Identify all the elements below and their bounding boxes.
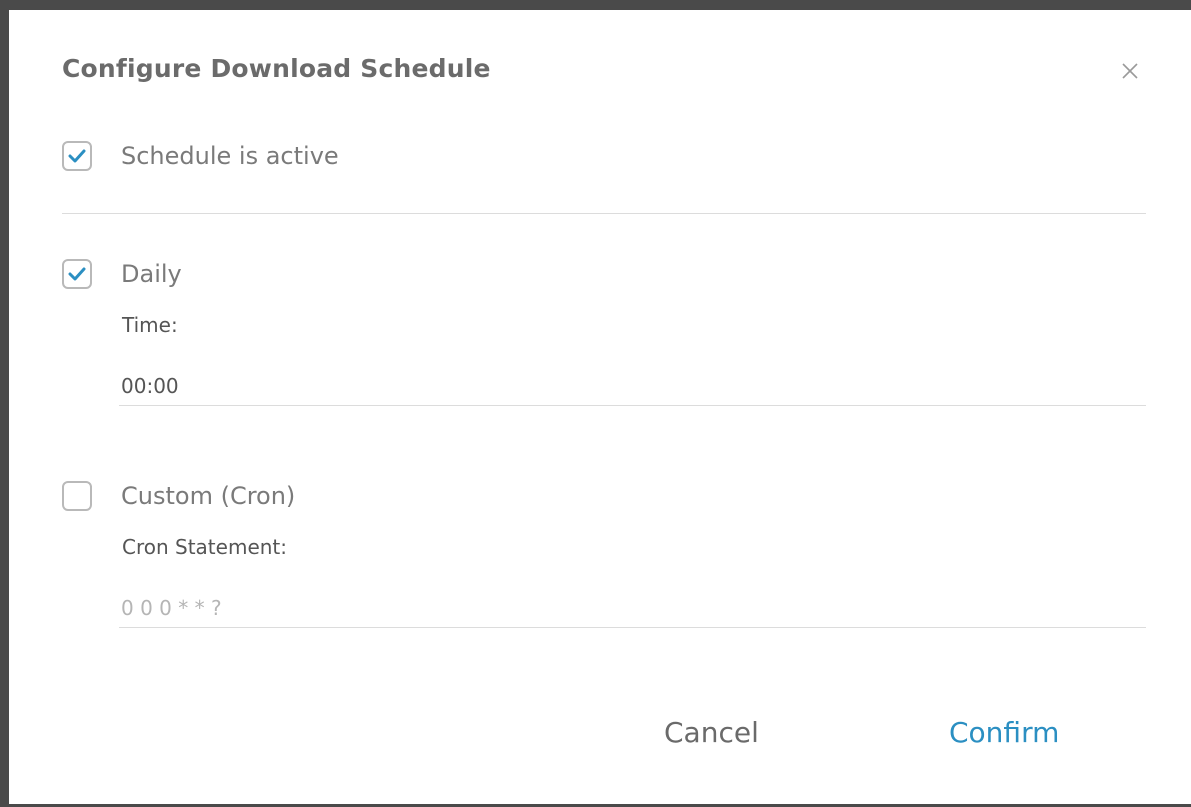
daily-label: Daily — [121, 260, 182, 288]
daily-checkbox[interactable] — [62, 259, 92, 289]
check-icon — [68, 149, 86, 163]
custom-cron-checkbox[interactable] — [62, 481, 92, 511]
cron-statement-input[interactable] — [119, 588, 1146, 628]
dialog-title: Configure Download Schedule — [62, 54, 491, 83]
download-schedule-dialog: Configure Download Schedule Schedule is … — [9, 10, 1191, 804]
custom-cron-label: Custom (Cron) — [121, 482, 296, 510]
cancel-button[interactable]: Cancel — [654, 712, 769, 753]
time-label: Time: — [122, 313, 178, 337]
check-icon — [68, 267, 86, 281]
time-input[interactable] — [119, 366, 1146, 406]
close-icon[interactable] — [1119, 60, 1141, 82]
cron-statement-label: Cron Statement: — [122, 535, 287, 559]
schedule-active-checkbox[interactable] — [62, 141, 92, 171]
confirm-button[interactable]: Confirm — [939, 712, 1069, 753]
section-divider — [62, 213, 1146, 214]
schedule-active-label: Schedule is active — [121, 142, 339, 170]
